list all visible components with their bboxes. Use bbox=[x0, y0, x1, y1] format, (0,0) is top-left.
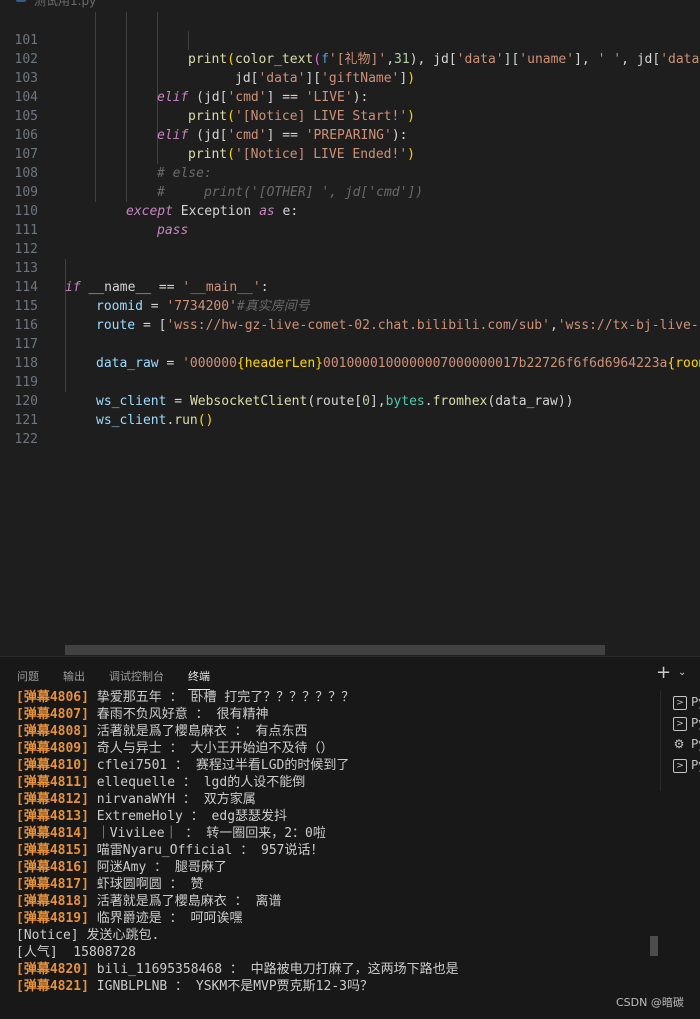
code-line: 121 bbox=[0, 392, 700, 428]
terminal-line: [弹幕4809] 奇人与异士 ： 大小王开始迫不及待（） bbox=[16, 741, 334, 756]
code-line: 107 # else: bbox=[0, 126, 700, 181]
code-line: 106 print('[Notice] LIVE Ended!') bbox=[0, 107, 700, 162]
terminal-line: [弹幕4815] 喵雷Nyaru_Official ： 957说话！ bbox=[16, 843, 324, 858]
code-line: 101 print(color_text(f'[礼物]',31), jd['da… bbox=[0, 12, 700, 67]
terminal-line: [人气] 15808728 bbox=[16, 945, 136, 960]
terminal-line: [弹幕4820] bili_11695358468 ： 中路被电刀打麻了，这两场… bbox=[16, 962, 459, 977]
code-line: 112 bbox=[0, 221, 700, 257]
terminal-line: [弹幕4806] 挚爱那五年 ： 卧槽 打完了？？？？？？？ bbox=[16, 690, 355, 705]
terminal-icon: > bbox=[673, 717, 687, 731]
code-line: 111 bbox=[0, 202, 700, 238]
code-line: 103 elif (jd['cmd'] == 'LIVE'): bbox=[0, 50, 700, 105]
terminal-scrollbar[interactable] bbox=[650, 936, 658, 956]
terminal-instance-list: >Py >Py ⚙Py >Py bbox=[660, 691, 700, 791]
tab-debug-console[interactable]: 调试控制台 bbox=[109, 668, 164, 684]
plus-icon[interactable]: + bbox=[656, 664, 674, 682]
code-line: 102 jd['data']['giftName']) bbox=[0, 31, 700, 86]
terminal-line: [弹幕4808] 活著就是爲了櫻島麻衣 ： 有点东西 bbox=[16, 724, 308, 739]
terminal-line: [弹幕4818] 活著就是爲了櫻島麻衣 ： 离谱 bbox=[16, 894, 282, 909]
python-file-icon bbox=[16, 0, 26, 2]
code-line: 120 ws_client.run() bbox=[0, 373, 700, 428]
horizontal-scrollbar[interactable] bbox=[65, 645, 605, 655]
code-line: 115 route = ['wss://hw-gz-live-comet-02.… bbox=[0, 278, 700, 333]
panel-tab-bar: 问题 输出 调试控制台 终端 + ⌄ bbox=[0, 657, 700, 691]
code-line: 109 except Exception as e: bbox=[0, 164, 700, 219]
code-line: 108 # print('[OTHER] ', jd['cmd']) bbox=[0, 145, 700, 200]
terminal-line: [弹幕4812] nirvanaWYH ： 双方家属 bbox=[16, 792, 256, 807]
bottom-panel: 问题 输出 调试控制台 终端 + ⌄ [弹幕4806] 挚爱那五年 ： 卧槽 打… bbox=[0, 656, 700, 1019]
code-line: 118 bbox=[0, 335, 700, 371]
terminal-line: [弹幕4811] ellequelle ： lgd的人设不能倒 bbox=[16, 775, 306, 790]
line-number: 122 bbox=[14, 432, 38, 447]
terminal-icon: > bbox=[673, 696, 687, 710]
watermark: CSDN @暗碳 bbox=[616, 996, 684, 1009]
editor-tab[interactable]: 测试用1.py bbox=[0, 0, 700, 8]
code-editor[interactable]: 测试用1.py 101 print(color_text(f'[礼物]',31)… bbox=[0, 0, 700, 656]
chevron-down-icon[interactable]: ⌄ bbox=[678, 667, 688, 679]
tab-terminal[interactable]: 终端 bbox=[188, 668, 210, 690]
debug-gear-icon: ⚙ bbox=[673, 737, 685, 751]
terminal-line: [弹幕4817] 虾球圆啊圆 ： 赞 bbox=[16, 877, 204, 892]
tab-problems[interactable]: 问题 bbox=[17, 668, 39, 684]
terminal-line: [Notice] 发送心跳包. bbox=[16, 928, 160, 943]
code-line: 122 bbox=[0, 411, 700, 447]
terminal-output[interactable]: [弹幕4806] 挚爱那五年 ： 卧槽 打完了？？？？？？？ [弹幕4807] … bbox=[16, 689, 656, 1019]
editor-tab-title: 测试用1.py bbox=[34, 0, 97, 8]
tab-output[interactable]: 输出 bbox=[63, 668, 85, 684]
terminal-line: [弹幕4814] ｜ViviLee｜ ： 转一圈回来，2：0啦 bbox=[16, 826, 326, 841]
terminal-line: [弹幕4819] 临界爵迹是 ： 呵呵诶嘿 bbox=[16, 911, 243, 926]
code-line: 110 pass bbox=[0, 183, 700, 238]
terminal-line: [弹幕4813] ExtremeHoly ： edg瑟瑟发抖 bbox=[16, 809, 288, 824]
terminal-line: [弹幕4816] 阿迷Amy ： 腿哥麻了 bbox=[16, 860, 227, 875]
code-line: 104 print('[Notice] LIVE Start!') bbox=[0, 69, 700, 124]
terminal-line: [弹幕4807] 春雨不负风好意 ： 很有精神 bbox=[16, 707, 269, 722]
terminal-line: [弹幕4810] cflei7501 ： 赛程过半看LGD的时候到了 bbox=[16, 758, 350, 773]
code-line: 119 ws_client = WebsocketClient(route[0]… bbox=[0, 354, 700, 409]
code-line: 117 data_raw = '000000{headerLen}0010000… bbox=[0, 316, 700, 371]
code-line: 113 if __name__ == '__main__': bbox=[0, 240, 700, 295]
terminal-line: [弹幕4821] IGNBLPLNB ： YSKM不是MVP贾克斯12-3吗？ bbox=[16, 979, 373, 994]
terminal-icon: > bbox=[673, 759, 687, 773]
code-line: 114 roomid = '7734200'#真实房间号 bbox=[0, 259, 700, 314]
code-line: 116 bbox=[0, 297, 700, 333]
code-line: 105 elif (jd['cmd'] == 'PREPARING'): bbox=[0, 88, 700, 143]
